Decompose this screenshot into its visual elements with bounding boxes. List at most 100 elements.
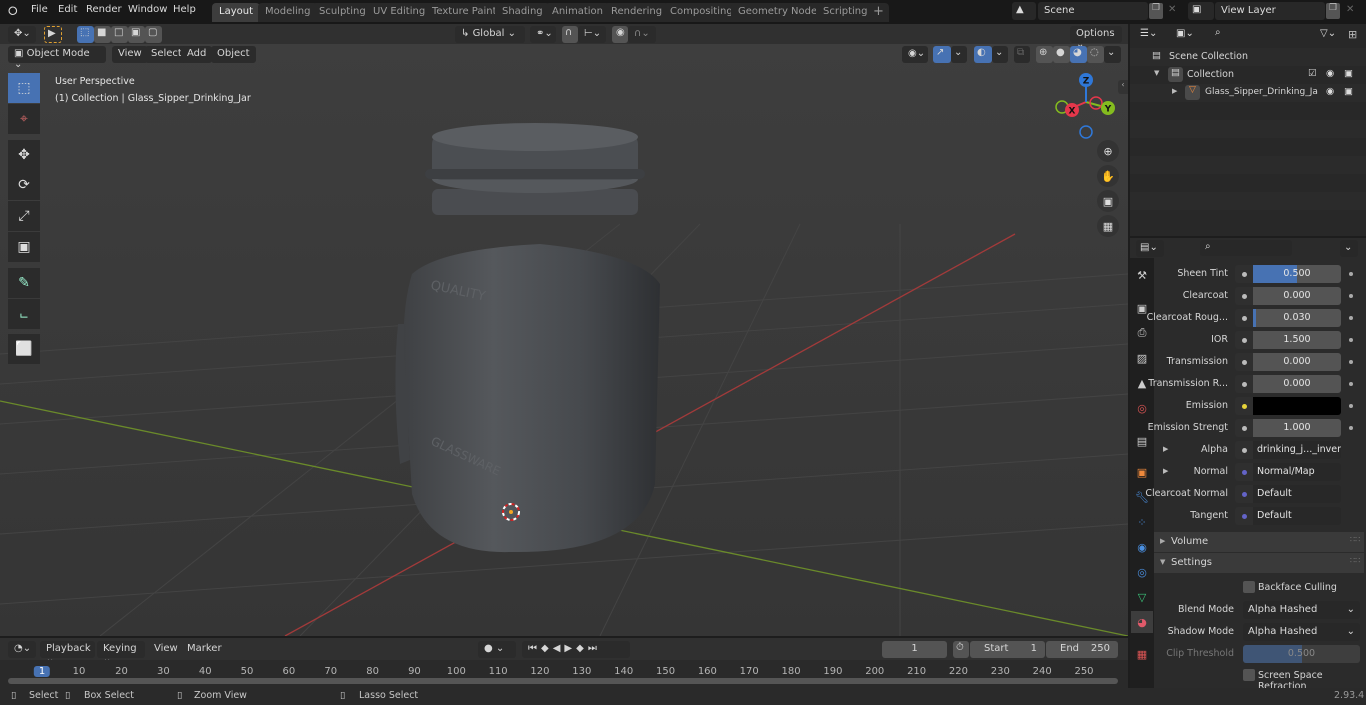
add-workspace-button[interactable]: + <box>868 3 889 22</box>
outliner-row-collection[interactable]: ▼ ▤ Collection ☑ ◉ ▣ <box>1130 66 1366 84</box>
property-value-field[interactable]: 0.500 <box>1253 265 1341 283</box>
playback-menu[interactable]: Playback ⌄ <box>40 641 95 665</box>
visibility-dropdown[interactable]: ◉⌄ <box>902 46 928 63</box>
property-value-field[interactable]: 0.000 <box>1253 353 1341 371</box>
mode-invert-icon[interactable]: ▣ <box>128 26 145 43</box>
start-frame-field[interactable]: Start 1 <box>970 641 1045 658</box>
timeline-view-menu[interactable]: View <box>148 641 184 658</box>
shading-material-icon[interactable]: ◕ <box>1070 46 1087 63</box>
jump-start-icon[interactable]: ⏮ <box>528 643 541 654</box>
menu-window[interactable]: Window <box>128 4 167 15</box>
expand-arrow-icon[interactable]: ▶ <box>1163 445 1168 453</box>
menu-edit[interactable]: Edit <box>58 4 77 15</box>
copy-view-layer-icon[interactable]: ❐ <box>1326 3 1340 19</box>
socket-icon[interactable] <box>1235 441 1253 459</box>
backface-culling-checkbox[interactable] <box>1243 581 1255 593</box>
camera-render-icon[interactable]: ▣ <box>1344 86 1353 97</box>
rotate-tool-icon[interactable]: ⟳ <box>8 170 40 200</box>
transform-tool-icon[interactable]: ▣ <box>8 232 40 262</box>
snap-target-dropdown[interactable]: ⊢⌄ <box>578 26 606 43</box>
property-value-field[interactable]: 1.500 <box>1253 331 1341 349</box>
new-collection-icon[interactable]: ⊞ <box>1348 28 1357 41</box>
end-frame-field[interactable]: End 250 <box>1046 641 1118 658</box>
gizmo-neg-z[interactable] <box>1079 125 1093 139</box>
outliner-filter-icon[interactable]: ▽⌄ <box>1316 26 1344 44</box>
options-dropdown[interactable]: Options ⌄ <box>1070 26 1122 50</box>
keyframe-dot-icon[interactable] <box>1349 360 1353 364</box>
outliner-row-scene-collection[interactable]: ▤ Scene Collection <box>1130 48 1366 66</box>
property-value-field[interactable]: 1.000 <box>1253 419 1341 437</box>
blend-mode-dropdown[interactable]: Alpha Hashed ⌄ <box>1243 601 1360 619</box>
scale-tool-icon[interactable]: ⤢ <box>8 201 40 231</box>
mode-dropdown[interactable]: ▣ Object Mode ⌄ <box>8 46 106 70</box>
drag-handle-icon[interactable]: ∷∷ <box>1350 535 1360 544</box>
menu-file[interactable]: File <box>31 4 48 15</box>
tab-rendering[interactable]: Rendering <box>604 3 670 22</box>
current-frame-indicator[interactable]: 1 <box>33 666 51 677</box>
select-box-tool-icon[interactable]: ⬚ <box>8 73 40 103</box>
tab-sculpting[interactable]: Sculpting <box>312 3 373 22</box>
snap-toggle-icon[interactable]: ∩ <box>562 26 578 43</box>
physics-tab-icon[interactable]: ◉ <box>1131 536 1153 558</box>
keyframe-dot-icon[interactable] <box>1349 404 1353 408</box>
shading-solid-icon[interactable]: ● <box>1053 46 1070 63</box>
annotate-tool-icon[interactable]: ✎ <box>8 268 40 298</box>
tab-texture-paint[interactable]: Texture Paint <box>425 3 504 22</box>
next-keyframe-icon[interactable]: ◆ <box>576 643 588 654</box>
view-layer-icon[interactable]: ▣ <box>1188 2 1214 20</box>
property-value-field[interactable] <box>1253 397 1341 415</box>
timeline-marker-menu[interactable]: Marker <box>181 641 228 658</box>
auto-keying-toggle[interactable]: ● ⌄ <box>478 641 516 658</box>
tab-layout[interactable]: Layout <box>212 3 260 22</box>
gizmo-toggle-icon[interactable]: ↗ <box>933 46 951 63</box>
tab-scripting[interactable]: Scripting <box>816 3 875 22</box>
outliner-display-mode-icon[interactable]: ☰⌄ <box>1136 26 1168 44</box>
tab-compositing[interactable]: Compositing <box>663 3 740 22</box>
property-value-field[interactable]: Default <box>1253 507 1341 525</box>
mode-new-icon[interactable]: ⬚ <box>77 26 94 43</box>
eye-icon[interactable]: ◉ <box>1326 86 1334 97</box>
tweak-tool-icon[interactable]: ▶ <box>44 26 62 43</box>
3d-viewport[interactable]: QUALITY GLASSWARE <box>0 24 1128 636</box>
current-frame-field[interactable]: 1 <box>882 641 947 658</box>
expand-arrow-icon[interactable]: ▶ <box>1163 467 1168 475</box>
volume-panel-header[interactable]: ▶ Volume ∷∷ <box>1154 532 1364 552</box>
socket-icon[interactable] <box>1235 507 1253 525</box>
overlay-toggle-icon[interactable]: ◐ <box>974 46 992 63</box>
socket-icon[interactable] <box>1235 485 1253 503</box>
outliner-search-input[interactable]: ⌕ <box>1210 26 1300 44</box>
move-tool-icon[interactable]: ✥ <box>8 140 40 170</box>
settings-panel-header[interactable]: ▼ Settings ∷∷ <box>1154 553 1364 573</box>
constraints-tab-icon[interactable]: ◎ <box>1131 561 1153 583</box>
eye-icon[interactable]: ◉ <box>1326 68 1334 79</box>
play-reverse-icon[interactable]: ◀ <box>553 643 565 654</box>
keyframe-dot-icon[interactable] <box>1349 294 1353 298</box>
property-value-field[interactable]: 0.000 <box>1253 375 1341 393</box>
timeline-editor-type-icon[interactable]: ◔⌄ <box>8 641 36 658</box>
add-cube-tool-icon[interactable]: ⬜ <box>8 334 40 364</box>
keyframe-dot-icon[interactable] <box>1349 382 1353 386</box>
socket-icon[interactable] <box>1235 375 1253 393</box>
property-value-field[interactable]: Default <box>1253 485 1341 503</box>
view-layer-field[interactable]: View Layer <box>1215 2 1325 20</box>
transform-orientation-dropdown[interactable]: ↳ Global ⌄ <box>455 26 525 43</box>
exclude-checkbox[interactable]: ☑ <box>1308 68 1317 79</box>
drag-handle-icon[interactable]: ∷∷ <box>1350 556 1360 565</box>
gizmo-dropdown[interactable]: ⌄ <box>951 46 967 63</box>
outliner-row-object[interactable]: ▶ ▽ Glass_Sipper_Drinking_Ja ◉ ▣ <box>1130 84 1366 102</box>
properties-editor-type-icon[interactable]: ▤⌄ <box>1136 240 1164 257</box>
collapse-arrow-icon[interactable]: ▼ <box>1154 69 1159 77</box>
socket-icon[interactable] <box>1235 287 1253 305</box>
scene-name-field[interactable]: Scene <box>1038 2 1148 20</box>
tab-geometry-nodes[interactable]: Geometry Nodes <box>731 3 830 22</box>
mode-extend-icon[interactable]: ■ <box>94 26 111 43</box>
mode-intersect-icon[interactable]: ▢ <box>145 26 162 43</box>
property-value-field[interactable]: Normal/Map <box>1253 463 1341 481</box>
socket-icon[interactable] <box>1235 265 1253 283</box>
tab-animation[interactable]: Animation <box>545 3 610 22</box>
overlay-dropdown[interactable]: ⌄ <box>992 46 1008 63</box>
shadow-mode-dropdown[interactable]: Alpha Hashed ⌄ <box>1243 623 1360 641</box>
cursor-tool-icon[interactable]: ⌖ <box>8 104 40 134</box>
camera-render-icon[interactable]: ▣ <box>1344 68 1353 79</box>
close-scene-icon[interactable]: ✕ <box>1168 4 1176 15</box>
